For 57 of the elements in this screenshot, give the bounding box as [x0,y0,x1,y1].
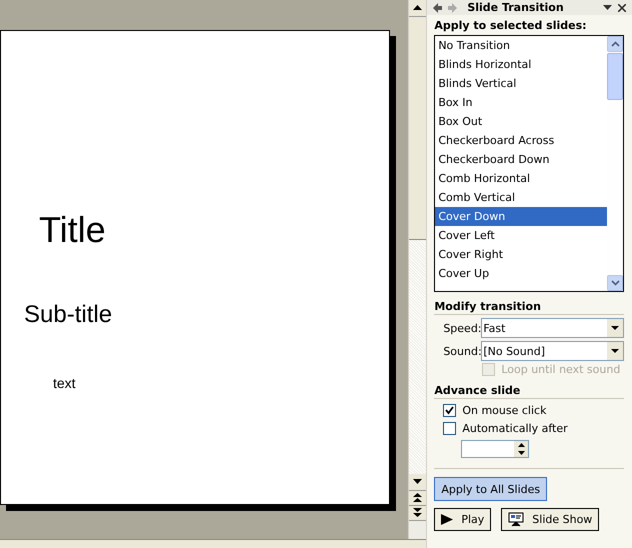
apply-to-all-button[interactable]: Apply to All Slides [434,477,548,501]
scrollbar-thumb[interactable] [409,17,426,240]
chevron-down-icon [610,280,620,286]
checkbox[interactable] [443,422,456,435]
slide-show-button[interactable]: Slide Show [501,508,600,531]
list-item[interactable]: Cover Up [435,264,607,283]
list-item[interactable]: Comb Vertical [435,188,607,207]
list-item[interactable]: Comb Horizontal [435,169,607,188]
double-up-arrow-icon [413,493,422,503]
slide-text: text [53,375,77,391]
dropdown-arrow-icon [611,348,619,354]
checkbox-label: On mouse click [462,404,546,417]
checkbox[interactable] [443,404,456,417]
list-item[interactable]: Blinds Vertical [435,74,607,93]
previous-slide-button[interactable] [409,491,426,506]
list-item[interactable]: Cover Left [435,226,607,245]
next-slide-button[interactable] [409,506,426,521]
list-item[interactable]: Cover Down [435,207,607,226]
slide-title: Title [39,209,107,251]
play-button[interactable]: Play [434,508,492,531]
chevron-up-icon [610,41,620,47]
list-item[interactable]: Cover Right [435,245,607,264]
vertical-scrollbar[interactable] [408,0,426,539]
speed-dropdown[interactable]: Fast [481,318,624,338]
pane-title: Slide Transition [467,1,565,14]
list-item[interactable]: Box Out [435,112,607,131]
double-down-arrow-icon [413,508,422,518]
list-item[interactable]: Checkerboard Across [435,131,607,150]
list-item[interactable]: Checkerboard Down [435,150,607,169]
projector-screen-icon [508,512,524,527]
dropdown-icon[interactable] [603,4,612,10]
down-arrow-icon[interactable] [518,451,525,455]
up-arrow-icon [413,5,422,11]
play-icon [441,514,454,525]
section-heading: Modify transition [434,300,624,315]
sound-dropdown[interactable]: [No Sound] [481,341,624,361]
down-arrow-icon [413,479,422,485]
close-icon[interactable] [618,4,626,12]
slide-subtitle: Sub-title [24,301,114,329]
back-arrow-icon[interactable] [433,2,442,12]
dropdown-arrow-icon [611,326,619,330]
list-item[interactable]: Blinds Horizontal [435,55,607,74]
speed-label: Speed: [443,322,482,334]
list-item[interactable]: No Transition [435,36,607,55]
scroll-up-button[interactable] [409,0,426,17]
time-spinner[interactable] [461,440,530,458]
loop-label: Loop until next sound [501,363,620,376]
scroll-down-button[interactable] [409,474,426,491]
section-label: Apply to selected slides: [434,19,588,32]
up-arrow-icon[interactable] [518,443,525,447]
scrollbar-thumb[interactable] [607,53,623,100]
checkbox-label: Automatically after [462,422,568,435]
transition-list[interactable]: No Transition Blinds Horizontal Blinds Vertical Box In Box Out Checkerboard Across Checkerboard Down Comb Horizontal Comb Vertical Cover Down Cover Left Cover Right Cover Up [434,35,624,292]
sound-label: Sound: [443,344,482,358]
horizontal-scrollbar[interactable] [0,539,426,548]
list-item[interactable]: Box In [435,93,607,112]
section-heading: Advance slide [434,384,624,399]
